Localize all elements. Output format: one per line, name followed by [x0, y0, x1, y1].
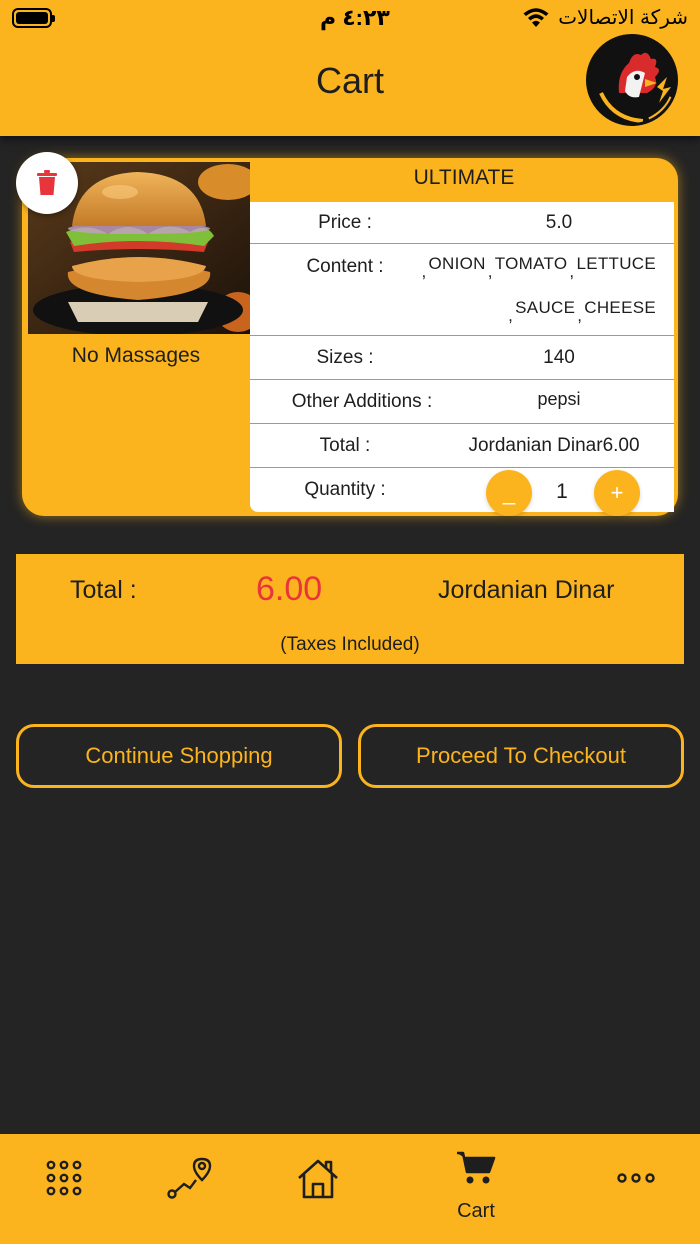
price-value: 5.0: [545, 212, 573, 233]
quantity-label: Quantity :: [304, 479, 386, 500]
brand-logo[interactable]: [586, 34, 678, 126]
status-carrier: شركة الاتصالات: [522, 5, 688, 30]
other-additions-label: Other Additions :: [291, 391, 433, 412]
product-name: ULTIMATE: [413, 166, 515, 189]
continue-shopping-button[interactable]: Continue Shopping: [16, 724, 342, 788]
route-icon: [167, 1157, 212, 1199]
content-item: TOMATO: [494, 254, 568, 273]
item-total-row: Total : Jordanian Dinar6.00: [250, 424, 674, 468]
sizes-row: Sizes : 140: [250, 336, 674, 380]
order-total-amount: 6.00: [256, 570, 323, 608]
app-header: ٤:٢٣ م شركة الاتصالات Cart: [0, 0, 700, 136]
item-total-label: Total :: [319, 435, 371, 456]
order-total-currency: Jordanian Dinar: [438, 576, 615, 604]
delete-item-button[interactable]: [16, 152, 78, 214]
order-total-panel: Total : 6.00 Jordanian Dinar (Taxes Incl…: [16, 554, 684, 664]
content-list-line-1: , ONION, TOMATO, LETTUCE: [421, 254, 656, 281]
battery-icon: [12, 8, 55, 28]
proceed-to-checkout-button[interactable]: Proceed To Checkout: [358, 724, 684, 788]
content-item: LETTUCE: [576, 254, 656, 273]
quantity-value: 1: [556, 480, 568, 503]
content-item: CHEESE: [584, 298, 656, 317]
content-item: SAUCE: [515, 298, 576, 317]
wifi-icon: [523, 7, 549, 27]
sizes-value: 140: [543, 347, 575, 368]
price-row: Price : 5.0: [250, 202, 674, 244]
item-total-value: Jordanian Dinar6.00: [468, 435, 640, 456]
other-additions-value: pepsi: [537, 389, 581, 409]
trash-icon: [37, 170, 57, 195]
quantity-increase-button[interactable]: +: [594, 470, 640, 516]
status-time: ٤:٢٣ م: [320, 5, 390, 30]
home-icon: [298, 1159, 338, 1199]
no-message-text: No Massages: [71, 344, 201, 367]
sizes-label: Sizes :: [316, 347, 374, 368]
cart-icon: [457, 1151, 496, 1184]
item-details-table: Price : 5.0 Content : , ONION, TOMATO, LETT…: [250, 202, 674, 512]
content-item: ONION: [428, 254, 486, 273]
status-bar: ٤:٢٣ م شركة الاتصالات: [0, 0, 700, 36]
content-list-line-2: , SAUCE, CHEESE: [508, 298, 656, 325]
content-row: Content : , ONION, TOMATO, LETTUCE , SAUCE, C…: [250, 244, 674, 336]
bottom-tab-bar: Cart: [0, 1134, 700, 1244]
content-label: Content :: [306, 256, 384, 277]
carrier-name: شركة الاتصالات: [558, 7, 688, 29]
tab-cart-label: Cart: [457, 1200, 495, 1222]
grid-icon: [46, 1160, 82, 1196]
taxes-note: (Taxes Included): [280, 634, 420, 655]
other-additions-row: Other Additions : pepsi: [250, 380, 674, 424]
quantity-decrease-button[interactable]: _: [486, 470, 532, 516]
more-icon: [617, 1173, 655, 1183]
price-label: Price :: [318, 212, 372, 233]
order-total-label: Total :: [70, 576, 137, 604]
